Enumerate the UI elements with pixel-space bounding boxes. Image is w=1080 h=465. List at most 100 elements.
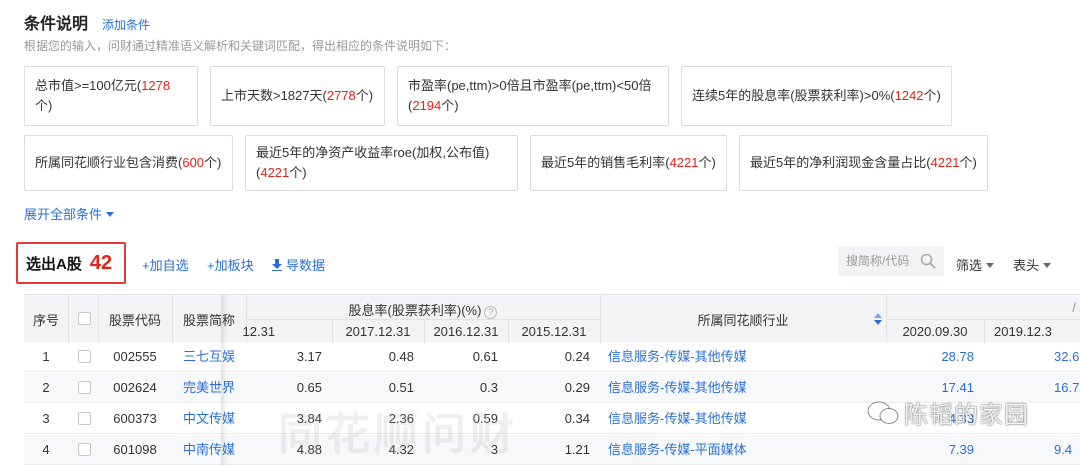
frozen-column-shadow: [221, 294, 227, 465]
condition-text: 连续5年的股息率(股票获利率)>0%(: [692, 88, 895, 103]
row-checkbox[interactable]: [78, 350, 91, 363]
condition-text: 最近5年的净利润现金含量占比(: [750, 155, 931, 170]
condition-text: 最近5年的销售毛利率(: [541, 155, 670, 170]
condition-unit: 个): [35, 98, 53, 113]
row-index: 1: [42, 349, 50, 364]
condition-unit: 个): [441, 98, 459, 113]
row-checkbox[interactable]: [78, 381, 91, 394]
filter-dropdown[interactable]: 筛选: [956, 255, 995, 274]
condition-card-market-cap[interactable]: 总市值>=100亿元(1278 个): [24, 66, 198, 126]
col-header-2018[interactable]: 2018.12.31: [242, 324, 288, 339]
result-count: 42: [89, 251, 113, 274]
table-row[interactable]: 1 002555 三七互娱 3.17 0.48 0.61 0.24 信息服务-传…: [24, 342, 1080, 372]
value-2020q3[interactable]: 7.39: [886, 435, 974, 465]
expand-all-label: 展开全部条件: [24, 207, 103, 222]
col-header-2018-label: 2018.12.31: [242, 324, 276, 339]
dividend-2015: 0.24: [564, 349, 590, 364]
condition-card-listing-days[interactable]: 上市天数>1827天(2778个): [210, 66, 385, 126]
condition-count: 1278: [141, 78, 171, 93]
add-condition-link[interactable]: 添加条件: [102, 16, 150, 33]
result-count-box: 选出A股 42: [16, 242, 126, 284]
wechat-icon: [867, 401, 899, 424]
caret-down-icon: [986, 263, 995, 268]
industry-link[interactable]: 信息服务-传媒-其他传媒: [608, 404, 878, 434]
value-2020q3[interactable]: 28.78: [886, 342, 974, 372]
dividend-2016: 0.61: [472, 349, 498, 364]
stock-code: 601098: [113, 442, 157, 457]
add-to-watchlist-button[interactable]: +加自选: [142, 255, 189, 274]
stock-name-link[interactable]: 完美世界: [172, 373, 246, 403]
page-title: 条件说明: [24, 16, 89, 33]
col-header-name[interactable]: 股票简称: [172, 310, 246, 329]
export-data-button[interactable]: 导数据: [272, 255, 325, 274]
conditions-header: 条件说明 添加条件: [24, 10, 150, 34]
condition-count: 4221: [260, 165, 290, 180]
row-index: 2: [42, 380, 50, 395]
table-row[interactable]: 4 601098 中南传媒 4.88 4.32 3 1.21 信息服务-传媒-平…: [24, 435, 1080, 465]
expand-all-conditions-link[interactable]: 展开全部条件: [24, 204, 115, 223]
condition-card-dividend-yield[interactable]: 连续5年的股息率(股票获利率)>0%(1242个): [681, 66, 952, 126]
col-header-2017[interactable]: 2017.12.31: [332, 324, 424, 339]
stock-name-link[interactable]: 三七互娱: [172, 342, 246, 372]
dividend-2018: 3.17: [296, 349, 322, 364]
value-2019[interactable]: 16.7: [1054, 373, 1080, 403]
col-header-dividend-group: 股息率(股票获利率)(%)?: [246, 300, 600, 319]
col-header-industry[interactable]: 所属同花顺行业: [600, 310, 886, 329]
condition-count: 2194: [412, 98, 442, 113]
row-checkbox[interactable]: [78, 412, 91, 425]
dividend-2015: 1.21: [564, 442, 590, 457]
stock-name-link[interactable]: 中南传媒: [172, 435, 246, 465]
industry-link[interactable]: 信息服务-传媒-其他传媒: [608, 342, 878, 372]
dividend-2015: 0.29: [564, 380, 590, 395]
row-checkbox[interactable]: [78, 443, 91, 456]
help-icon[interactable]: ?: [484, 306, 498, 319]
condition-text: 总市值>=100亿元(: [35, 78, 142, 93]
condition-card-cash-content[interactable]: 最近5年的净利润现金含量占比(4221个): [739, 135, 988, 191]
wechat-signature: 陈韬的家园: [866, 395, 1029, 430]
row-index: 4: [42, 442, 50, 457]
filter-label: 筛选: [956, 258, 983, 273]
col-header-date-2[interactable]: 2019.12.3: [984, 324, 1080, 339]
stock-code: 002555: [113, 349, 157, 364]
search-icon[interactable]: [920, 253, 936, 269]
col-header-2015[interactable]: 2015.12.31: [508, 324, 600, 339]
condition-card-pe-ratio[interactable]: 市盈率(pe,ttm)>0倍且市盈率(pe,ttm)<50倍(2194个): [397, 66, 669, 126]
row-index: 3: [42, 411, 50, 426]
condition-unit: 个): [204, 155, 222, 170]
value-2019[interactable]: 32.6: [1054, 342, 1080, 372]
stock-name-link[interactable]: 中文传媒: [172, 404, 246, 434]
condition-count: 600: [182, 155, 205, 170]
industry-link[interactable]: 信息服务-传媒-平面媒体: [608, 435, 878, 465]
select-all-checkbox[interactable]: [78, 312, 91, 325]
value-2019[interactable]: [1054, 404, 1080, 434]
add-to-block-button[interactable]: +加板块: [207, 255, 254, 274]
result-label: 选出A股: [26, 255, 82, 273]
value-2019[interactable]: 9.4: [1054, 435, 1080, 465]
stock-search-box[interactable]: [838, 246, 944, 276]
results-table: 序号 股票代码 股票简称 股息率(股票获利率)(%)? 2018.12.31 2…: [24, 294, 1080, 465]
signature-text: 陈韬的家园: [904, 401, 1029, 429]
caret-down-icon: [1043, 263, 1052, 268]
dividend-2015: 0.34: [564, 411, 590, 426]
condition-card-industry[interactable]: 所属同花顺行业包含消费(600个): [24, 135, 233, 191]
conditions-description: 根据您的输入，问财通过精准语义解析和关键词匹配，得出相应的条件说明如下：: [24, 39, 457, 53]
col-header-code[interactable]: 股票代码: [98, 310, 172, 329]
stock-search-input[interactable]: [846, 254, 918, 268]
condition-card-roe[interactable]: 最近5年的净资产收益率roe(加权,公布值)(4221个): [245, 135, 518, 191]
export-label: 导数据: [286, 258, 326, 273]
col-header-2016[interactable]: 2016.12.31: [424, 324, 508, 339]
condition-count: 2778: [326, 88, 356, 103]
sort-icon[interactable]: [874, 313, 882, 325]
condition-card-gross-margin[interactable]: 最近5年的销售毛利率(4221个): [530, 135, 727, 191]
condition-count: 4221: [930, 155, 960, 170]
col-header-date-1[interactable]: 2020.09.30: [886, 324, 984, 339]
columns-dropdown[interactable]: 表头: [1013, 255, 1052, 274]
condition-unit: 个): [959, 155, 977, 170]
industry-link[interactable]: 信息服务-传媒-其他传媒: [608, 373, 878, 403]
watermark: 同花顺问财: [278, 409, 518, 460]
divider: [68, 295, 69, 343]
condition-count: 1242: [894, 88, 924, 103]
dividend-2017: 0.48: [388, 349, 414, 364]
dividend-group-label: 股息率(股票获利率)(%): [348, 303, 482, 318]
columns-label: 表头: [1013, 258, 1040, 273]
